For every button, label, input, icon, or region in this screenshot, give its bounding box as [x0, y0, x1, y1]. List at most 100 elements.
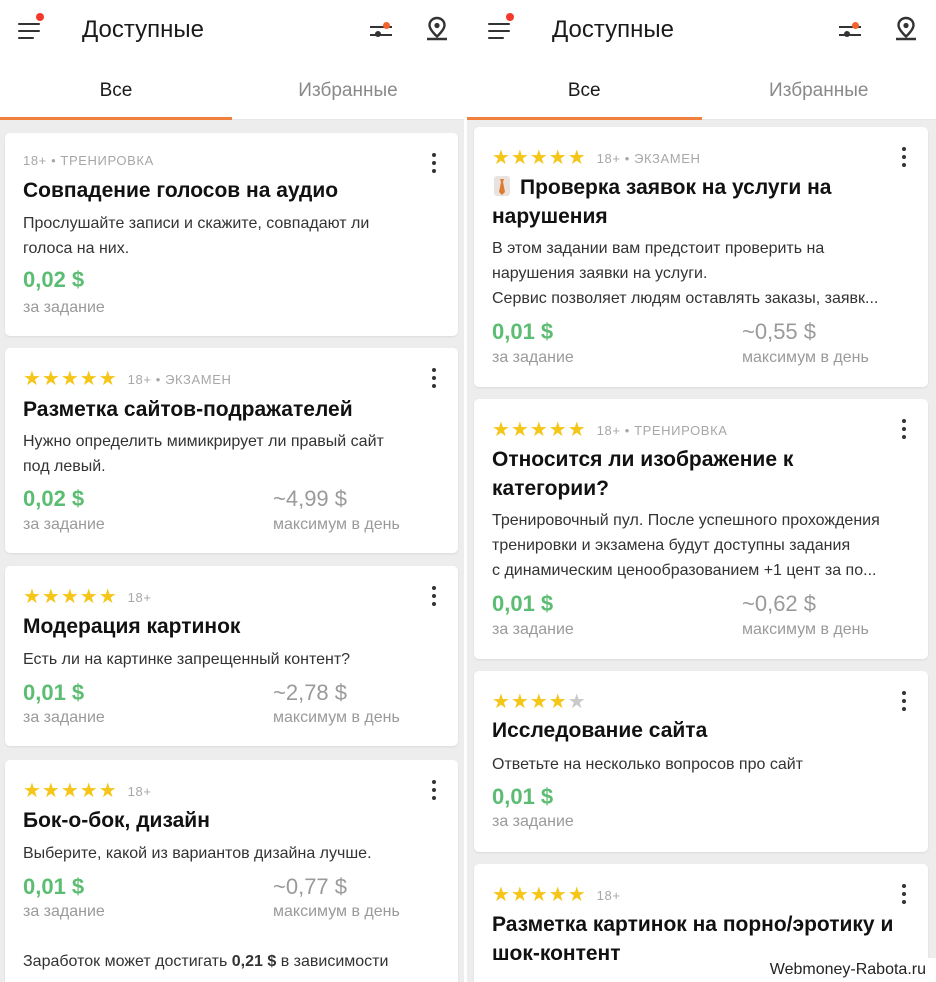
task-card[interactable]: ★★★★★ 18+ • ЭКЗАМЕН Проверка заявок на у… — [474, 127, 928, 387]
tab-all[interactable]: Все — [0, 64, 232, 120]
task-meta: 18+ • ТРЕНИРОВКА — [23, 153, 154, 168]
top-bar: Доступные — [0, 0, 464, 64]
task-description-line: В этом задании вам предстоит проверить н… — [492, 240, 825, 257]
task-title: Разметка сайтов-подражателей — [23, 398, 353, 421]
menu-icon-line — [488, 37, 504, 39]
rating-stars: ★★★★★ — [23, 586, 118, 608]
menu-icon-line — [488, 30, 510, 32]
left-screen: Доступные Все Избранные 18+ • ТРЕНИРОВКА… — [0, 0, 464, 982]
task-meta: ★★★★★ 18+ — [23, 587, 152, 607]
task-title: Бок-о-бок, дизайн — [23, 809, 210, 832]
task-description-line: под левый. — [23, 458, 106, 475]
task-description: Тренировочный пул. После успешного прохо… — [492, 508, 880, 583]
task-max-per-day: ~2,78 $ — [273, 680, 348, 705]
task-title-line: Разметка картинок на порно/эротику и — [492, 913, 894, 936]
map-pin-icon[interactable] — [424, 15, 450, 43]
task-description-line: Выберите, какой из вариантов дизайна луч… — [23, 845, 372, 862]
task-description: Нужно определить мимикрирует ли правый с… — [23, 429, 384, 479]
task-description-line: Есть ли на картинке запрещенный контент? — [23, 651, 351, 668]
task-max-label: максимум в день — [273, 903, 400, 920]
task-card[interactable]: ★★★★★ Исследование сайта Ответьте на нес… — [474, 671, 928, 852]
filter-button[interactable] — [368, 18, 394, 42]
task-price: 0,02 $ — [23, 486, 85, 511]
task-description-line: Тренировочный пул. После успешного прохо… — [492, 512, 880, 529]
tab-favorites[interactable]: Избранные — [232, 64, 464, 120]
task-price-label: за задание — [492, 813, 574, 830]
rating-stars: ★★★★★ — [23, 368, 118, 390]
task-description-line: Прослушайте записи и скажите, совпадают … — [23, 215, 370, 232]
task-description-line: тренировки и экзамена будут доступны зад… — [492, 537, 851, 554]
task-description: Ответьте на несколько вопросов про сайт — [492, 752, 803, 777]
task-max-label: максимум в день — [742, 349, 869, 366]
earnings-note-text: в зависимости — [276, 953, 389, 970]
task-card[interactable]: 18+ • ТРЕНИРОВКА Совпадение голосов на а… — [5, 133, 458, 336]
menu-button[interactable] — [16, 13, 48, 46]
tie-icon — [494, 176, 510, 196]
task-title-line: категории? — [492, 477, 609, 500]
rating-stars: ★★★★★ — [492, 691, 587, 713]
filter-icon-knob — [375, 31, 381, 37]
task-card[interactable]: ★★★★★ 18+ • ТРЕНИРОВКА Относится ли изоб… — [474, 399, 928, 659]
more-options-icon[interactable] — [896, 884, 912, 906]
watermark: Webmoney-Rabota.ru — [700, 958, 936, 982]
more-options-icon[interactable] — [426, 368, 442, 390]
right-screen: Доступные Все Избранные ★★★★★ 18+ • ЭКЗА… — [467, 0, 936, 982]
task-price-label: за задание — [492, 621, 574, 638]
tab-all[interactable]: Все — [467, 64, 702, 120]
task-description-line: Сервис позволяет людям оставлять заказы,… — [492, 290, 879, 307]
filter-icon-knob — [844, 31, 850, 37]
task-meta-text: 18+ — [127, 589, 152, 605]
task-card[interactable]: ★★★★★ 18+ • ЭКЗАМЕН Разметка сайтов-подр… — [5, 348, 458, 553]
tab-favorites[interactable]: Избранные — [702, 64, 936, 120]
task-description-line: с динамическим ценообразованием +1 цент … — [492, 562, 877, 579]
task-meta: ★★★★★ — [492, 692, 597, 712]
task-title-line: нарушения — [492, 205, 608, 228]
task-price-label: за задание — [23, 709, 105, 726]
filter-icon-knob — [852, 22, 859, 29]
task-price: 0,01 $ — [492, 319, 554, 344]
more-options-icon[interactable] — [426, 153, 442, 175]
menu-button[interactable] — [486, 13, 518, 46]
task-card[interactable]: ★★★★★ 18+ Модерация картинок Есть ли на … — [5, 566, 458, 746]
rating-stars: ★★★★★ — [23, 780, 118, 802]
task-max-per-day: ~0,55 $ — [742, 319, 817, 344]
task-price-label: за задание — [492, 349, 574, 366]
earnings-note: Заработок может достигать 0,21 $ в завис… — [23, 953, 388, 971]
task-meta-text: 18+ — [127, 783, 152, 799]
task-title: Относится ли изображение к категории? — [492, 445, 793, 503]
task-title-line: Проверка заявок на услуги на — [520, 176, 832, 199]
task-price: 0,01 $ — [23, 680, 85, 705]
task-meta: ★★★★★ 18+ • ТРЕНИРОВКА — [492, 420, 728, 440]
task-title: Проверка заявок на услуги на нарушения — [492, 173, 831, 231]
task-card[interactable]: ★★★★★ 18+ Бок-о-бок, дизайн Выберите, ка… — [5, 760, 458, 982]
tab-bar: Все Избранные — [467, 64, 936, 120]
more-options-icon[interactable] — [426, 780, 442, 802]
earnings-note-amount: 0,21 $ — [231, 953, 277, 970]
page-title: Доступные — [82, 16, 204, 43]
rating-stars: ★★★★★ — [492, 419, 587, 441]
task-max-label: максимум в день — [273, 516, 400, 533]
menu-icon-line — [18, 37, 34, 39]
menu-icon — [488, 23, 510, 25]
map-pin-icon[interactable] — [893, 15, 919, 43]
more-options-icon[interactable] — [426, 586, 442, 608]
page-title: Доступные — [552, 16, 674, 43]
more-options-icon[interactable] — [896, 419, 912, 441]
task-title-line: Исследование сайта — [492, 719, 708, 742]
task-title-line: Относится ли изображение к — [492, 448, 794, 471]
task-description-line: Нужно определить мимикрирует ли правый с… — [23, 433, 384, 450]
task-max-per-day: ~4,99 $ — [273, 486, 348, 511]
task-max-label: максимум в день — [273, 709, 400, 726]
task-max-per-day: ~0,62 $ — [742, 591, 817, 616]
more-options-icon[interactable] — [896, 147, 912, 169]
tab-active-indicator — [467, 117, 702, 120]
rating-stars: ★★★★★ — [492, 147, 587, 169]
task-price: 0,01 $ — [492, 591, 554, 616]
tab-bar: Все Избранные — [0, 64, 464, 120]
task-price: 0,01 $ — [492, 784, 554, 809]
filter-button[interactable] — [837, 18, 863, 42]
top-bar: Доступные — [467, 0, 936, 64]
tab-active-indicator — [0, 117, 232, 120]
more-options-icon[interactable] — [896, 691, 912, 713]
task-meta-text: 18+ — [596, 887, 621, 903]
